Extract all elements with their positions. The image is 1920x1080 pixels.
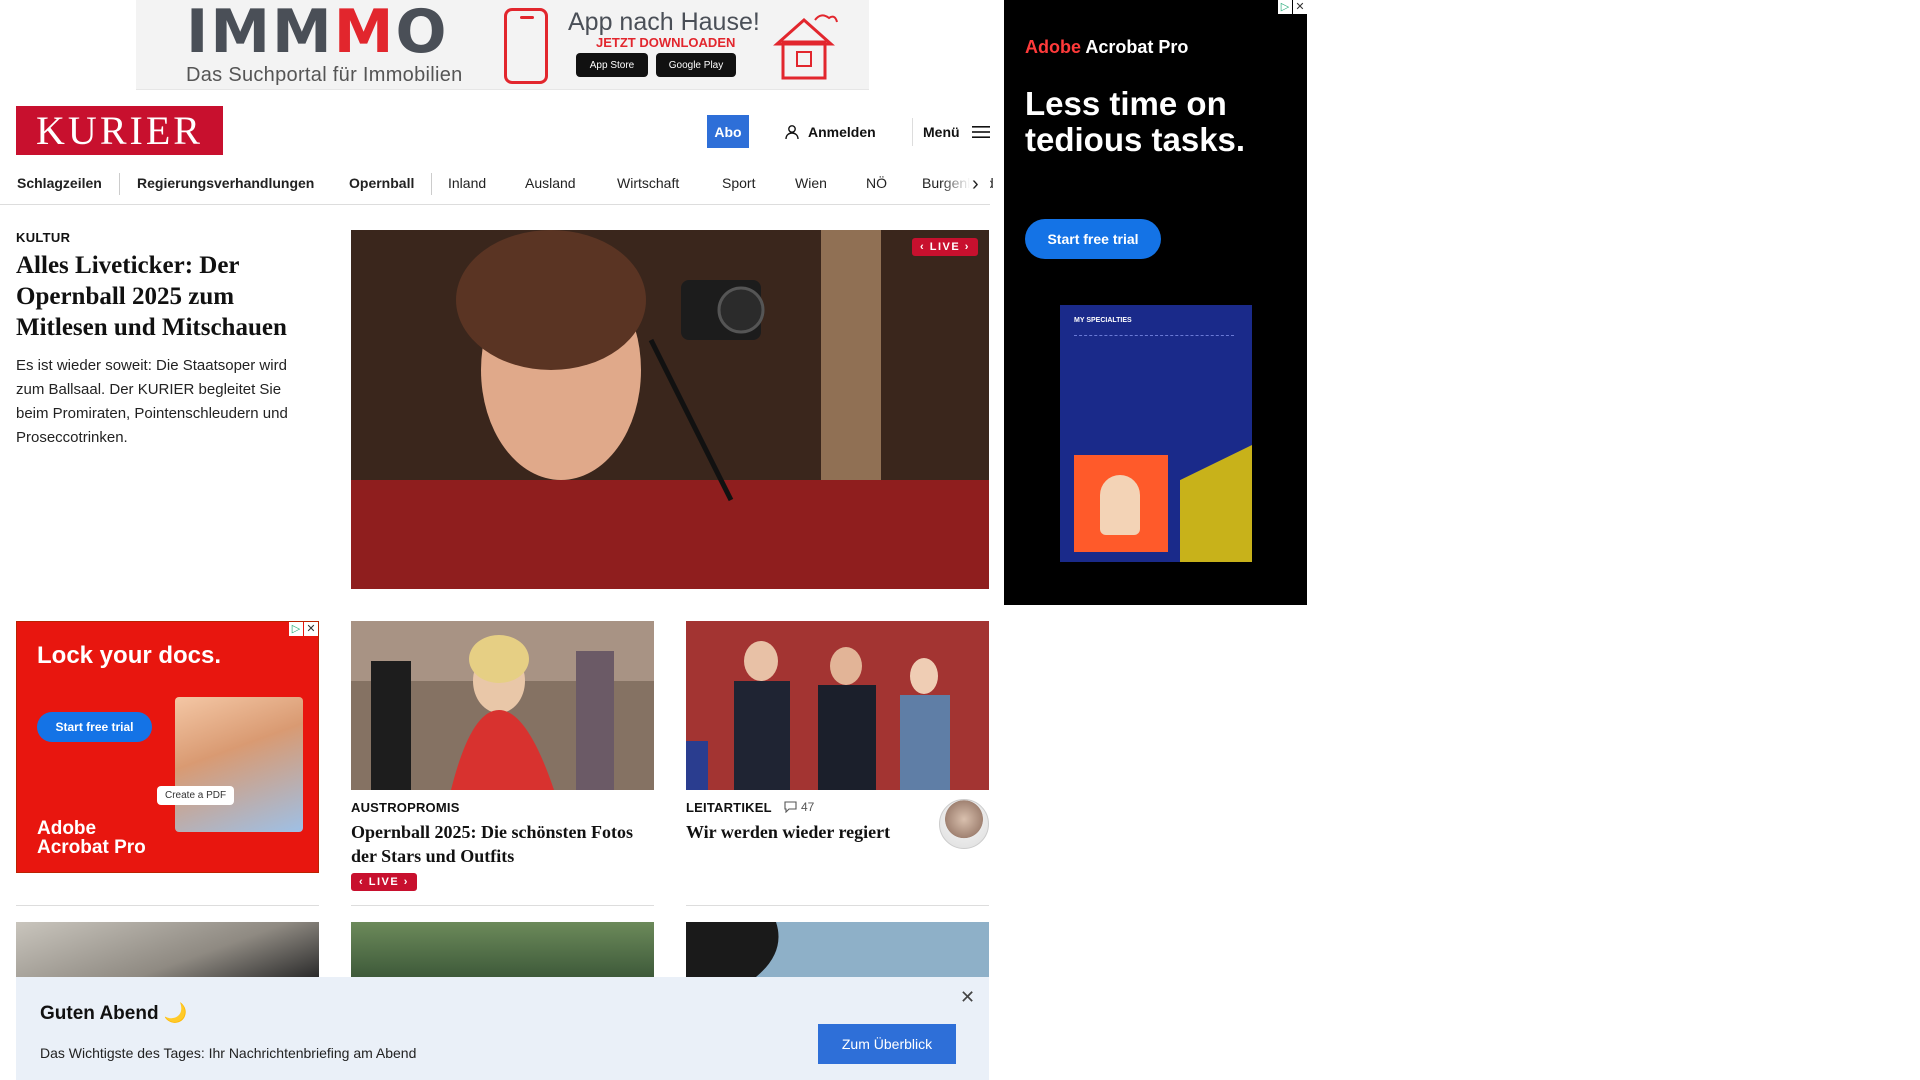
phone-icon	[504, 8, 548, 84]
red-dress-photo	[351, 621, 654, 790]
nav-item-ausland[interactable]: Ausland	[525, 175, 576, 191]
close-icon[interactable]: ✕	[304, 622, 318, 636]
nav-fade	[940, 165, 990, 203]
immmo-logo: IMMMO Das Suchportal für Immobilien	[186, 0, 463, 86]
lead-image[interactable]: ‹ LIVE ›	[351, 230, 989, 589]
acrobat-brand: Adobe Acrobat Pro	[1025, 37, 1189, 57]
app-store-button[interactable]: App Store	[576, 53, 648, 77]
acrobat-square-ad[interactable]: ▷ ✕ Lock your docs. Start free trial Cre…	[16, 621, 319, 873]
google-play-button[interactable]: Google Play	[656, 53, 736, 77]
nav-item-sport[interactable]: Sport	[722, 175, 755, 191]
lead-teaser: Es ist wieder soweit: Die Staatsoper wir…	[16, 357, 288, 446]
government-photo[interactable]	[686, 621, 989, 790]
card-kicker[interactable]: LEITARTIKEL	[686, 800, 772, 815]
nav-item-noe[interactable]: NÖ	[866, 175, 887, 191]
illustration-image[interactable]	[686, 922, 989, 977]
briefing-greeting: Guten Abend 🌙	[40, 1003, 188, 1024]
briefing-banner: Guten Abend 🌙 Das Wichtigste des Tages: …	[16, 977, 989, 1080]
abo-button[interactable]: Abo	[707, 115, 749, 148]
ad-headline: Less time on tedious tasks.	[1025, 85, 1246, 158]
start-free-trial-button[interactable]: Start free trial	[1025, 219, 1161, 259]
close-icon[interactable]: ✕	[960, 987, 975, 1008]
nav-item-regierungsverhandlungen[interactable]: Regierungsverhandlungen	[137, 175, 314, 191]
opernball-photo[interactable]	[351, 621, 654, 790]
card-headline[interactable]: Opernball 2025: Die schönsten Fotos der …	[351, 820, 654, 868]
card-headline[interactable]: Wir werden wieder regiert	[686, 820, 926, 844]
close-icon[interactable]: ✕	[1293, 0, 1307, 14]
section-nav: Schlagzeilen Regierungsverhandlungen Ope…	[0, 165, 994, 205]
woman-with-camera-photo	[351, 230, 989, 589]
nav-item-schlagzeilen[interactable]: Schlagzeilen	[17, 175, 102, 191]
lead-headline[interactable]: Alles Liveticker: Der Opernball 2025 zum…	[16, 250, 316, 343]
live-badge: ‹ LIVE ›	[912, 238, 978, 256]
hamburger-icon	[971, 126, 990, 138]
nav-item-opernball[interactable]: Opernball	[349, 175, 414, 191]
kurier-logo[interactable]: KURIER	[16, 106, 223, 155]
politicians-photo	[686, 621, 989, 790]
app-subtitle: JETZT DOWNLOADEN	[596, 35, 736, 50]
comment-count[interactable]: 47	[784, 800, 814, 814]
adchoices-icon[interactable]: ▷	[289, 622, 303, 636]
portrait-photo[interactable]	[351, 922, 654, 977]
acrobat-brand: Adobe Acrobat Pro	[37, 818, 146, 858]
divider	[351, 905, 654, 906]
author-avatar[interactable]	[939, 799, 989, 849]
menu-button[interactable]: Menü	[912, 118, 990, 146]
zum-ueberblick-button[interactable]: Zum Überblick	[818, 1024, 956, 1064]
ad-document-preview: MY SPECIALTIES	[1060, 305, 1252, 562]
adchoices-icon[interactable]: ▷	[1278, 0, 1292, 14]
briefing-description: Das Wichtigste des Tages: Ihr Nachrichte…	[40, 1045, 417, 1061]
nav-divider	[431, 173, 432, 195]
nav-item-wien[interactable]: Wien	[795, 175, 827, 191]
login-label: Anmelden	[808, 124, 876, 140]
comment-icon	[784, 801, 797, 813]
lead-kicker[interactable]: KULTUR	[16, 230, 70, 245]
ad-choices[interactable]: ▷ ✕	[1278, 0, 1307, 14]
live-badge: ‹ LIVE ›	[351, 873, 417, 891]
nav-item-wirtschaft[interactable]: Wirtschaft	[617, 175, 679, 191]
ad-headline: Lock your docs.	[37, 642, 222, 669]
acrobat-skyscraper-ad[interactable]: ▷ ✕ Adobe Acrobat Pro Less time on tedio…	[1004, 0, 1307, 605]
house-icon	[773, 14, 838, 80]
people-photo	[175, 697, 303, 832]
ad-choices[interactable]: ▷ ✕	[289, 622, 318, 636]
illustration-art	[686, 922, 779, 977]
divider	[686, 905, 989, 906]
app-title: App nach Hause!	[568, 8, 760, 36]
start-free-trial-button[interactable]: Start free trial	[37, 712, 152, 742]
create-pdf-chip: Create a PDF	[157, 786, 235, 805]
budget-document-photo[interactable]	[16, 922, 319, 977]
immmo-ad-banner[interactable]: IMMMO Das Suchportal für Immobilien App …	[136, 0, 869, 90]
login-button[interactable]: Anmelden	[784, 118, 876, 146]
chevron-right-icon[interactable]: ›	[972, 173, 979, 196]
divider	[16, 905, 319, 906]
nav-item-inland[interactable]: Inland	[448, 175, 486, 191]
nav-divider	[119, 173, 120, 195]
menu-label: Menü	[923, 124, 960, 140]
immmo-tagline: Das Suchportal für Immobilien	[186, 64, 463, 86]
user-icon	[785, 125, 799, 140]
card-kicker[interactable]: AUSTROPROMIS	[351, 800, 460, 815]
